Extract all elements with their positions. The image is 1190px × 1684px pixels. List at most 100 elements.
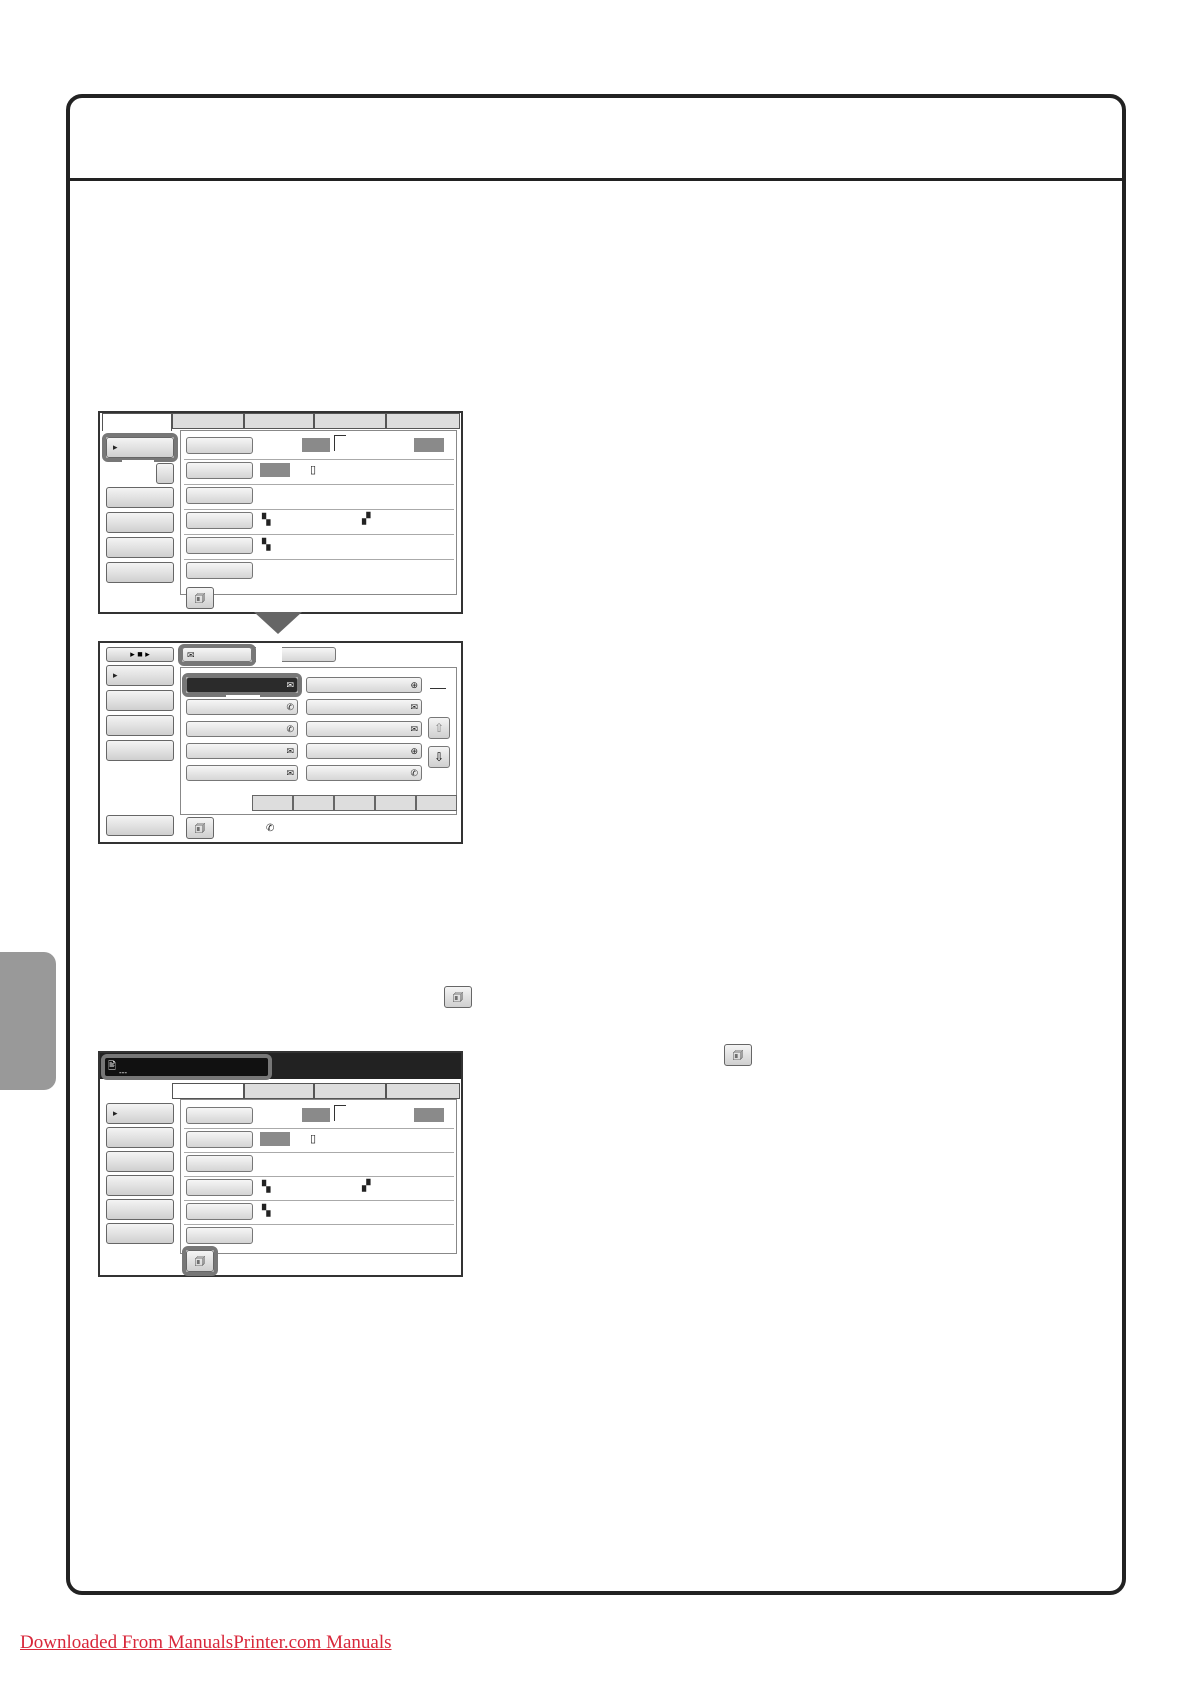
program-icon: 🗊: [732, 1048, 744, 1062]
color-mode-icon: ▚: [262, 514, 271, 526]
address-type-button-4[interactable]: [106, 740, 174, 761]
program-button[interactable]: 🗊: [186, 587, 214, 609]
tab-5[interactable]: [386, 413, 460, 429]
index-tab-1[interactable]: [252, 795, 293, 811]
address-entry-4[interactable]: ✉: [306, 699, 422, 715]
row-1-value-box-2: [414, 438, 444, 452]
paper-icon: ▯: [310, 1133, 317, 1145]
row-divider-5: [184, 559, 454, 560]
left-button-3[interactable]: [106, 487, 174, 508]
tab-3[interactable]: [314, 1083, 386, 1099]
callout-mask-2: [256, 643, 282, 665]
row-4-button[interactable]: [186, 1179, 253, 1196]
row-divider-1: [184, 459, 454, 460]
row-divider-1: [184, 1128, 454, 1129]
address-book-highlight: [102, 433, 178, 462]
row-divider-4: [184, 534, 454, 535]
scroll-down-button[interactable]: ⇩: [428, 746, 450, 768]
row-2-value-box: [260, 1132, 290, 1146]
left-button-2[interactable]: [156, 463, 174, 484]
address-type-button-2[interactable]: [106, 690, 174, 711]
tab-4[interactable]: [386, 1083, 460, 1099]
left-button-6[interactable]: [106, 1223, 174, 1244]
paper-corner-icon: [334, 1105, 346, 1121]
tab-2[interactable]: [172, 413, 244, 429]
address-book-back-button[interactable]: [106, 815, 174, 836]
address-entry-8[interactable]: ⊕: [306, 743, 422, 759]
scroll-up-button[interactable]: ⇧: [428, 717, 450, 739]
index-tab-2[interactable]: [293, 795, 334, 811]
program-icon: 🗊: [194, 821, 206, 835]
display-toggle-button[interactable]: ▸ ■ ▸: [106, 647, 174, 662]
row-6-button[interactable]: [186, 562, 253, 579]
index-tab-3[interactable]: [334, 795, 375, 811]
tab-1[interactable]: [172, 1083, 244, 1099]
index-tab-5[interactable]: [416, 795, 457, 811]
tab-4[interactable]: [314, 413, 386, 429]
left-button-4[interactable]: [106, 1175, 174, 1196]
callout-mask: [122, 460, 154, 481]
program-button[interactable]: 🗊: [186, 817, 214, 839]
address-type-button-3[interactable]: [106, 715, 174, 736]
row-5-button[interactable]: [186, 1203, 253, 1220]
row-3-button[interactable]: [186, 1155, 253, 1172]
phone-icon: ✆: [266, 823, 275, 834]
mail-icon: ✉: [410, 724, 418, 734]
address-entry-2[interactable]: ⊕: [306, 677, 422, 693]
page-indicator-line: [430, 688, 446, 689]
address-entry-6[interactable]: ✉: [306, 721, 422, 737]
page-frame: [66, 94, 1126, 1595]
left-button-5[interactable]: [106, 537, 174, 558]
row-5-button[interactable]: [186, 537, 253, 554]
address-entry-9[interactable]: ✉: [186, 765, 298, 781]
address-entry-10[interactable]: ✆: [306, 765, 422, 781]
left-button-2[interactable]: [106, 1127, 174, 1148]
chapter-side-tab: [0, 952, 56, 1090]
program-button-highlight: [182, 1246, 218, 1276]
address-entry-3[interactable]: ✆: [186, 699, 298, 715]
footer-download-link[interactable]: Downloaded From ManualsPrinter.com Manua…: [20, 1632, 392, 1654]
ratio-icon: ▞: [362, 513, 371, 525]
row-1-value-box: [302, 438, 330, 452]
row-divider-2: [184, 1152, 454, 1153]
row-divider-3: [184, 509, 454, 510]
color-mode-icon: ▚: [262, 1181, 271, 1193]
tab-3[interactable]: [244, 413, 314, 429]
color-mode-icon-2: ▚: [262, 1205, 271, 1217]
row-2-button[interactable]: [186, 1131, 253, 1148]
header-rule: [70, 178, 1122, 181]
left-button-3[interactable]: [106, 1151, 174, 1172]
row-4-button[interactable]: [186, 512, 253, 529]
address-entry-7[interactable]: ✉: [186, 743, 298, 759]
down-arrow-icon: [254, 612, 302, 634]
screen-2-address-book: ▸ ■ ▸ ▸ ✉ ✉ ✆ ✆ ✉ ✉ ⊕ ✉ ✉ ⊕ ✆ ⇧ ⇩ 🗊 ✆: [98, 641, 463, 844]
row-1-button[interactable]: [186, 1107, 253, 1124]
row-1-value-box-2: [414, 1108, 444, 1122]
program-icon-inline: 🗊: [444, 986, 472, 1008]
index-tab-4[interactable]: [375, 795, 416, 811]
paper-icon: ▯: [310, 464, 317, 476]
globe-icon: ⊕: [410, 680, 418, 690]
row-divider-5: [184, 1224, 454, 1225]
ratio-icon: ▞: [362, 1180, 371, 1192]
row-divider-4: [184, 1200, 454, 1201]
mail-icon: ✉: [410, 702, 418, 712]
row-1-button[interactable]: [186, 437, 253, 454]
row-2-value-box: [260, 463, 290, 477]
left-button-5[interactable]: [106, 1199, 174, 1220]
row-2-button[interactable]: [186, 462, 253, 479]
tab-2[interactable]: [244, 1083, 314, 1099]
phone-icon: ✆: [286, 702, 294, 712]
row-1-value-box: [302, 1108, 330, 1122]
address-entry-5[interactable]: ✆: [186, 721, 298, 737]
address-type-button-1[interactable]: ▸: [106, 665, 174, 686]
title-bar-highlight: 🖹 ---: [101, 1054, 272, 1080]
address-book-button[interactable]: ▸: [106, 1103, 174, 1124]
left-button-6[interactable]: [106, 562, 174, 583]
program-icon: 🗊: [194, 591, 206, 605]
globe-icon: ⊕: [410, 746, 418, 756]
row-6-button[interactable]: [186, 1227, 253, 1244]
row-3-button[interactable]: [186, 487, 253, 504]
left-button-4[interactable]: [106, 512, 174, 533]
tab-1[interactable]: [102, 413, 172, 431]
